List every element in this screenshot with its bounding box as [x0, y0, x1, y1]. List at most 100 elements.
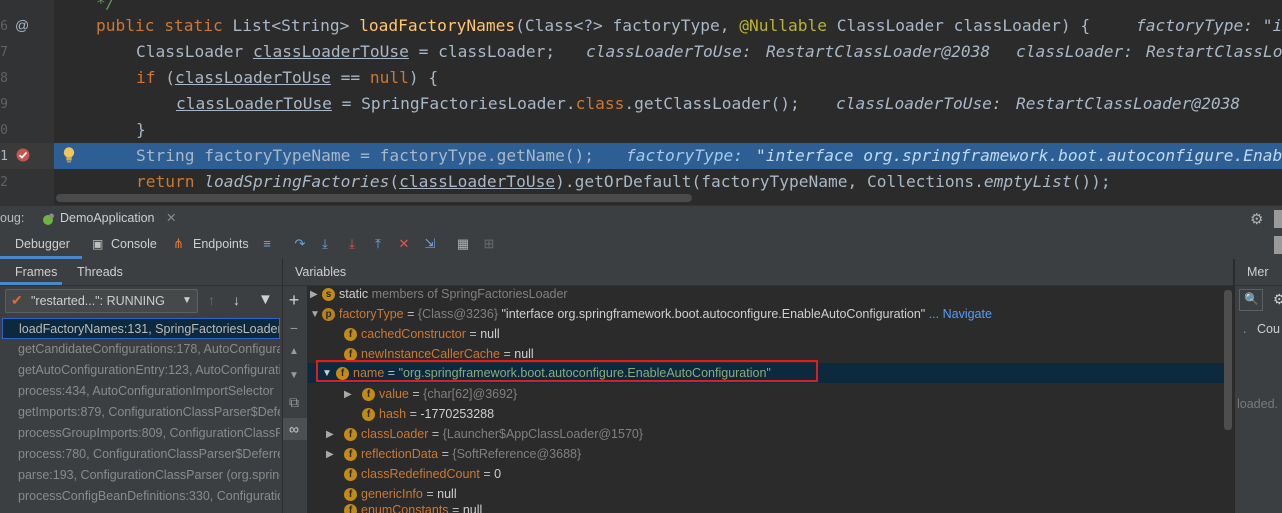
line-number: 1	[0, 149, 8, 164]
field-icon: f	[344, 448, 357, 462]
frame-item[interactable]: processConfigBeanDefinitions:330, Config…	[2, 486, 280, 507]
current-execution-line[interactable]: 1 String factoryTypeName = factoryType.g…	[0, 143, 1282, 169]
gear-icon[interactable]: ⚙	[1273, 291, 1282, 308]
collapse-arrow-icon[interactable]: ▼	[310, 305, 322, 325]
code-line[interactable]: 6 @ public static List<String> loadFacto…	[0, 13, 1282, 39]
lightbulb-icon[interactable]	[62, 146, 76, 169]
side-toggle-icon[interactable]	[1274, 236, 1282, 254]
code-line[interactable]: 0 }	[0, 117, 1282, 143]
show-execution-point-icon[interactable]: ↷	[293, 237, 307, 251]
expand-arrow-icon[interactable]: ▶	[326, 425, 338, 445]
code-statement: ClassLoader classLoaderToUse = classLoad…	[136, 42, 555, 62]
gear-icon[interactable]: ⚙	[1250, 210, 1263, 228]
frame-item[interactable]: processGroupImports:809, ConfigurationCl…	[2, 423, 280, 444]
frame-item[interactable]: getImports:879, ConfigurationClassParser…	[2, 402, 280, 423]
menu-icon[interactable]: ≡	[260, 237, 274, 251]
variable-row[interactable]: ▶ s static members of SpringFactoriesLoade…	[310, 284, 1260, 304]
hide-panel-icon[interactable]	[1274, 210, 1282, 228]
copy-icon[interactable]: ⧉	[285, 393, 303, 411]
step-into-icon[interactable]: ⤓	[345, 237, 359, 251]
vertical-scrollbar[interactable]	[1224, 290, 1232, 430]
drop-frame-icon[interactable]: ✕	[397, 237, 411, 251]
expand-arrow-icon[interactable]: ▶	[310, 285, 322, 305]
code-line[interactable]: 8 if (classLoaderToUse == null) {	[0, 65, 1282, 91]
variable: classLoaderToUse	[175, 68, 331, 87]
code-line[interactable]: 9 classLoaderToUse = SpringFactoriesLoad…	[0, 91, 1282, 117]
expand-arrow-icon[interactable]: ▶	[326, 445, 338, 465]
search-input[interactable]: 🔍	[1239, 289, 1263, 311]
variable-row[interactable]: ▶ f reflectionData = {SoftReference@3688}	[326, 444, 1276, 464]
equals: =	[503, 347, 511, 361]
var-name: newInstanceCallerCache	[361, 347, 500, 361]
run-to-cursor-icon[interactable]: ⇲	[423, 237, 437, 251]
tab-threads[interactable]: Threads	[77, 265, 123, 279]
variable-row[interactable]: f cachedConstructor = null	[332, 324, 1282, 344]
code-line[interactable]: 2 return loadSpringFactories(classLoader…	[0, 169, 1282, 195]
var-value: "interface org.springframework.boot.auto…	[501, 307, 926, 321]
evaluate-expression-icon[interactable]: ▦	[456, 237, 470, 251]
comment-end: */	[96, 0, 116, 12]
move-up-icon[interactable]: ▲	[285, 343, 303, 361]
closing-brace: }	[136, 120, 146, 139]
frame-item[interactable]: parse:193, ConfigurationClassParser (org…	[2, 465, 280, 486]
move-down-icon[interactable]: ▼	[285, 367, 303, 385]
horizontal-scrollbar[interactable]	[56, 194, 692, 202]
frame-item[interactable]: getCandidateConfigurations:178, AutoConf…	[2, 339, 280, 360]
code-editor[interactable]: */ 6 @ public static List<String> loadFa…	[0, 0, 1282, 205]
field-icon: f	[362, 408, 375, 422]
thread-select[interactable]: ✔ "restarted...": RUNNING ▼	[5, 289, 198, 313]
var-type: {SoftReference@3688}	[452, 447, 582, 461]
variable-row[interactable]: ▶ f value = {char[62]@3692}	[344, 384, 1282, 404]
static-icon: s	[322, 288, 335, 302]
glasses-icon[interactable]: ∞	[285, 420, 303, 438]
var-name: static	[339, 287, 369, 301]
session-tab[interactable]: DemoApplication	[60, 211, 155, 225]
navigate-link[interactable]: ... Navigate	[929, 307, 992, 321]
variable-row[interactable]: f hash = -1770253288	[350, 404, 1282, 424]
breakpoint-icon[interactable]	[15, 147, 35, 167]
step-out-icon[interactable]: ⤒	[371, 237, 385, 251]
tab-console[interactable]: Console	[111, 237, 157, 251]
line-number: 2	[0, 175, 8, 190]
close-icon[interactable]: ✕	[166, 210, 176, 225]
memory-panel: Mer 🔍 ⚙ . Cou loaded.	[1234, 259, 1282, 513]
highlight-annotation-box	[316, 360, 818, 382]
variable-row[interactable]: ▼ p factoryType = {Class@3236} "interface …	[310, 304, 1260, 324]
debugger-toolbar: Debugger ▣ Console ⋔ Endpoints ≡ ↷ ⤓ ⤓ ⤒…	[0, 231, 1282, 260]
var-value: null	[480, 327, 500, 341]
step-over-icon[interactable]: ⤓	[318, 237, 332, 251]
frame-item[interactable]: getAutoConfigurationEntry:123, AutoConfi…	[2, 360, 280, 381]
trace-icon[interactable]: ⊞	[482, 237, 496, 251]
thread-select-value: "restarted...": RUNNING	[31, 294, 165, 308]
filter-icon[interactable]: ▼	[258, 291, 273, 308]
variable-row[interactable]: ▶ f classLoader = {Launcher$AppClassLoader…	[326, 424, 1276, 444]
var-type: {Class@3236}	[417, 307, 499, 321]
variable-row[interactable]: f genericInfo = null	[332, 484, 1282, 504]
override-marker-icon[interactable]: @	[15, 17, 35, 37]
field-icon: f	[344, 468, 357, 482]
code-line[interactable]: 7 ClassLoader classLoaderToUse = classLo…	[0, 39, 1282, 65]
equals: =	[483, 467, 491, 481]
tab-memory[interactable]: Mer	[1247, 265, 1269, 279]
keyword: return	[136, 172, 205, 191]
method-call: loadSpringFactories	[204, 172, 390, 191]
frame-item[interactable]: loadFactoryNames:131, SpringFactoriesLoa…	[2, 318, 280, 339]
variable-row[interactable]: f classRedefinedCount = 0	[332, 464, 1282, 484]
remove-watch-icon[interactable]: −	[285, 319, 303, 337]
frame-item[interactable]: process:780, ConfigurationClassParser$De…	[2, 444, 280, 465]
field-icon: f	[344, 488, 357, 502]
tab-frames[interactable]: Frames	[0, 259, 62, 285]
var-name: hash	[379, 407, 407, 421]
var-type: {Launcher$AppClassLoader@1570}	[442, 427, 644, 441]
var-value: null	[462, 504, 483, 513]
frame-item[interactable]: process:434, AutoConfigurationImportSele…	[2, 381, 280, 402]
variable-row[interactable]: f enumConstants = null	[332, 504, 1282, 513]
tab-endpoints[interactable]: Endpoints	[193, 237, 249, 251]
line-number: 9	[0, 97, 8, 112]
arrow-up-icon[interactable]: ↑	[208, 292, 215, 308]
expand-arrow-icon[interactable]: ▶	[344, 385, 356, 405]
chevron-down-icon: ▼	[182, 295, 192, 306]
arrow-down-icon[interactable]: ↓	[233, 292, 240, 308]
add-watch-icon[interactable]: +	[285, 291, 303, 309]
tab-debugger[interactable]: Debugger	[0, 231, 82, 259]
